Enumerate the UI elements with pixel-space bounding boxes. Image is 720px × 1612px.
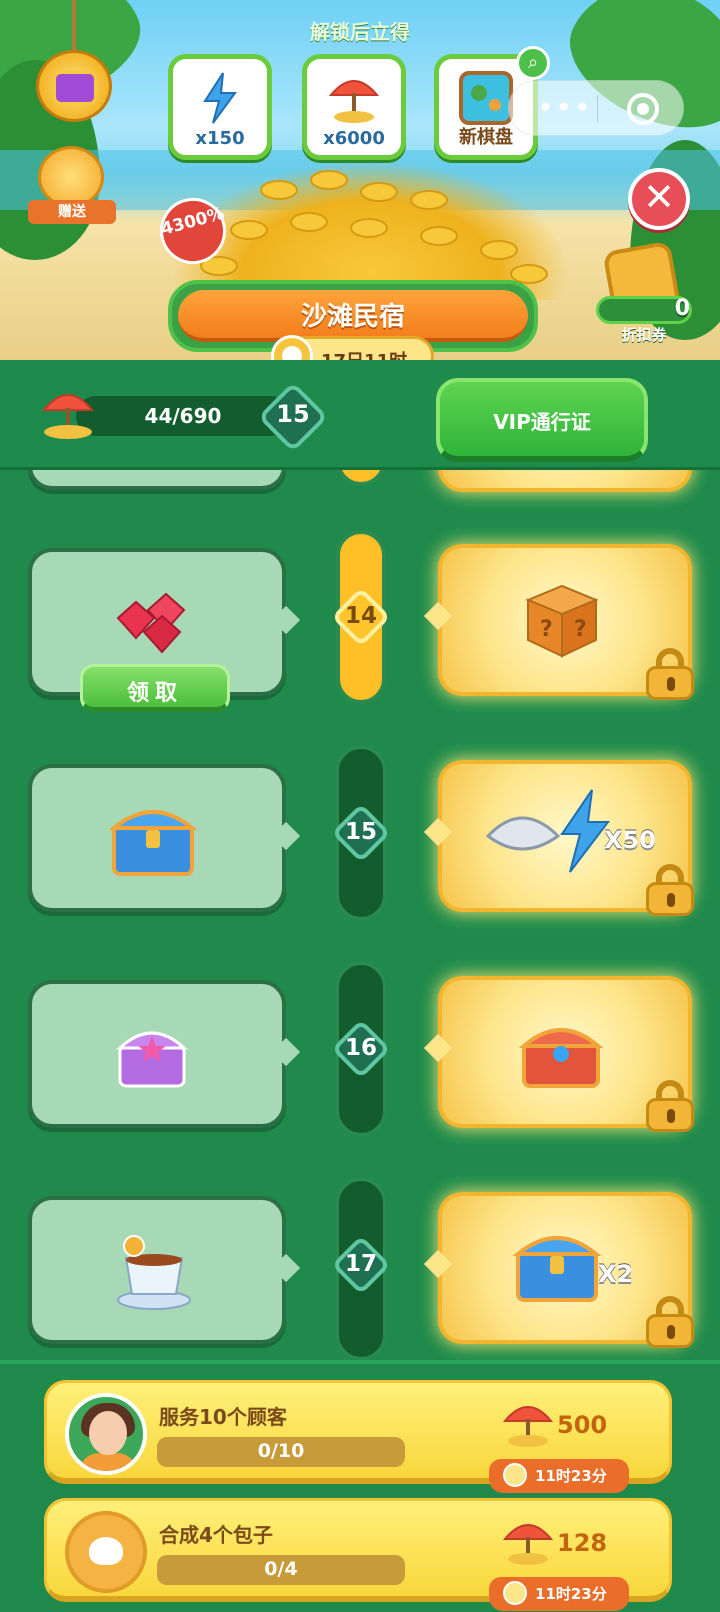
task-panel: 服务10个顾客 0/10 500 11时23分 合成4个包子 0/4 128 1… [0,1360,720,1612]
magnify-icon[interactable]: ⌕ [516,46,550,80]
rope-decoration [72,0,76,52]
blue-chest-icon [512,1236,602,1302]
mini-program-capsule: ••• [508,80,684,136]
ruby-gems-icon [116,592,186,654]
coin [350,218,388,238]
coin [260,180,298,200]
progress-value: 44/690 [144,404,222,428]
claim-button[interactable]: 领取 [80,664,230,712]
free-reward-card[interactable] [28,1196,301,1344]
task-card-merge-buns[interactable]: 合成4个包子 0/4 128 11时23分 [44,1498,672,1611]
task-reward-amount: 128 [557,1529,608,1557]
coupon-gift-icon [38,146,104,208]
vip-pass-label: VIP通行证 [493,410,591,434]
level-number: 15 [344,819,377,845]
svg-text:?: ? [574,617,587,642]
level-number: 14 [344,603,377,629]
lock-icon [646,648,694,700]
capsule-divider [597,95,598,123]
beach-umbrella-icon [41,394,95,439]
customer-avatar [65,1393,147,1475]
bun-icon [65,1511,147,1593]
level-badge: 15 [331,803,391,863]
blue-chest-icon [108,810,198,876]
beach-umbrella-icon [502,1406,554,1447]
coin [230,220,268,240]
gift-label: 赠送 [28,200,116,224]
red-chest-icon [518,1028,604,1088]
more-options-icon[interactable]: ••• [537,91,593,124]
reward-quantity: X2 [598,1260,634,1288]
level-badge: 17 [331,1235,391,1295]
coupon-label: 折扣券 [621,326,667,344]
task-progress-bar: 0/4 [157,1555,405,1585]
task-reward-amount: 500 [557,1411,608,1439]
treasure-chest-icon[interactable] [36,50,112,122]
vip-reward-card[interactable] [423,976,694,1132]
close-button[interactable]: ✕ [628,168,690,230]
close-miniprogram-icon[interactable] [627,93,659,125]
coin [360,182,398,202]
new-board-icon [459,71,513,125]
coin [410,190,448,210]
task-card-serve-customers[interactable]: 服务10个顾客 0/10 500 11时23分 [44,1380,672,1493]
svg-text:?: ? [540,617,553,642]
task-title: 服务10个顾客 [159,1405,287,1429]
event-title: 沙滩民宿 [300,302,405,332]
vip-reward-card[interactable]: X2 [423,1192,694,1348]
level-number: 16 [344,1035,377,1061]
lock-icon [646,1296,694,1348]
task-progress-bar: 0/10 [157,1437,405,1467]
reward-quantity: X50 [604,826,656,854]
alarm-clock-icon [503,1463,527,1487]
alarm-clock-icon [503,1581,527,1605]
level-badge: 14 [331,587,391,647]
lock-icon [646,1080,694,1132]
task-timer: 11时23分 [489,1577,629,1611]
task-progress-text: 0/4 [264,1558,298,1580]
reward-quantity: x150 [195,128,245,149]
tea-cup-icon [117,1235,191,1310]
claim-label: 领取 [126,681,183,706]
current-level-number: 15 [276,400,310,428]
coupon-count: 0 [674,296,690,321]
task-timer-text: 11时23分 [535,1467,607,1485]
task-timer-text: 11时23分 [535,1585,607,1603]
reward-quantity: x6000 [323,128,385,149]
unlock-reward-umbrella[interactable]: x6000 [302,54,406,160]
discount-coupon-button[interactable]: 0 折扣券 [596,240,692,344]
level-number: 17 [344,1251,377,1277]
free-reward-card[interactable] [28,764,301,912]
free-reward-card [28,470,286,490]
level-progress-rail [336,470,386,486]
vip-reward-card[interactable]: ? ? [423,544,694,700]
free-reward-card[interactable] [28,980,301,1128]
task-progress-text: 0/10 [257,1440,305,1462]
coin [420,226,458,246]
vip-reward-card [438,470,692,492]
task-title: 合成4个包子 [159,1523,273,1547]
reward-level-list[interactable]: 领取 14 ? ? 15 X50 16 17 X2 [0,470,720,1360]
gold-coin-pile [170,160,570,300]
beach-umbrella-icon [328,80,380,123]
lock-icon [646,864,694,916]
mystery-box-icon: ? ? [525,584,599,658]
task-timer: 11时23分 [489,1459,629,1493]
coin [290,212,328,232]
vip-reward-card[interactable]: X50 [423,760,694,916]
coin [310,170,348,190]
vip-pass-button[interactable]: VIP通行证 [436,378,648,462]
lightning-energy-icon [203,72,237,124]
shell-and-energy-icon [485,789,611,873]
coin [480,240,518,260]
beach-umbrella-icon [502,1524,554,1565]
gift-button[interactable]: 赠送 [28,146,116,226]
unlock-rewards-title: 解锁后立得 [310,20,410,44]
unlock-reward-energy[interactable]: x150 [168,54,272,160]
level-badge: 16 [331,1019,391,1079]
purple-chest-icon [116,1031,188,1088]
